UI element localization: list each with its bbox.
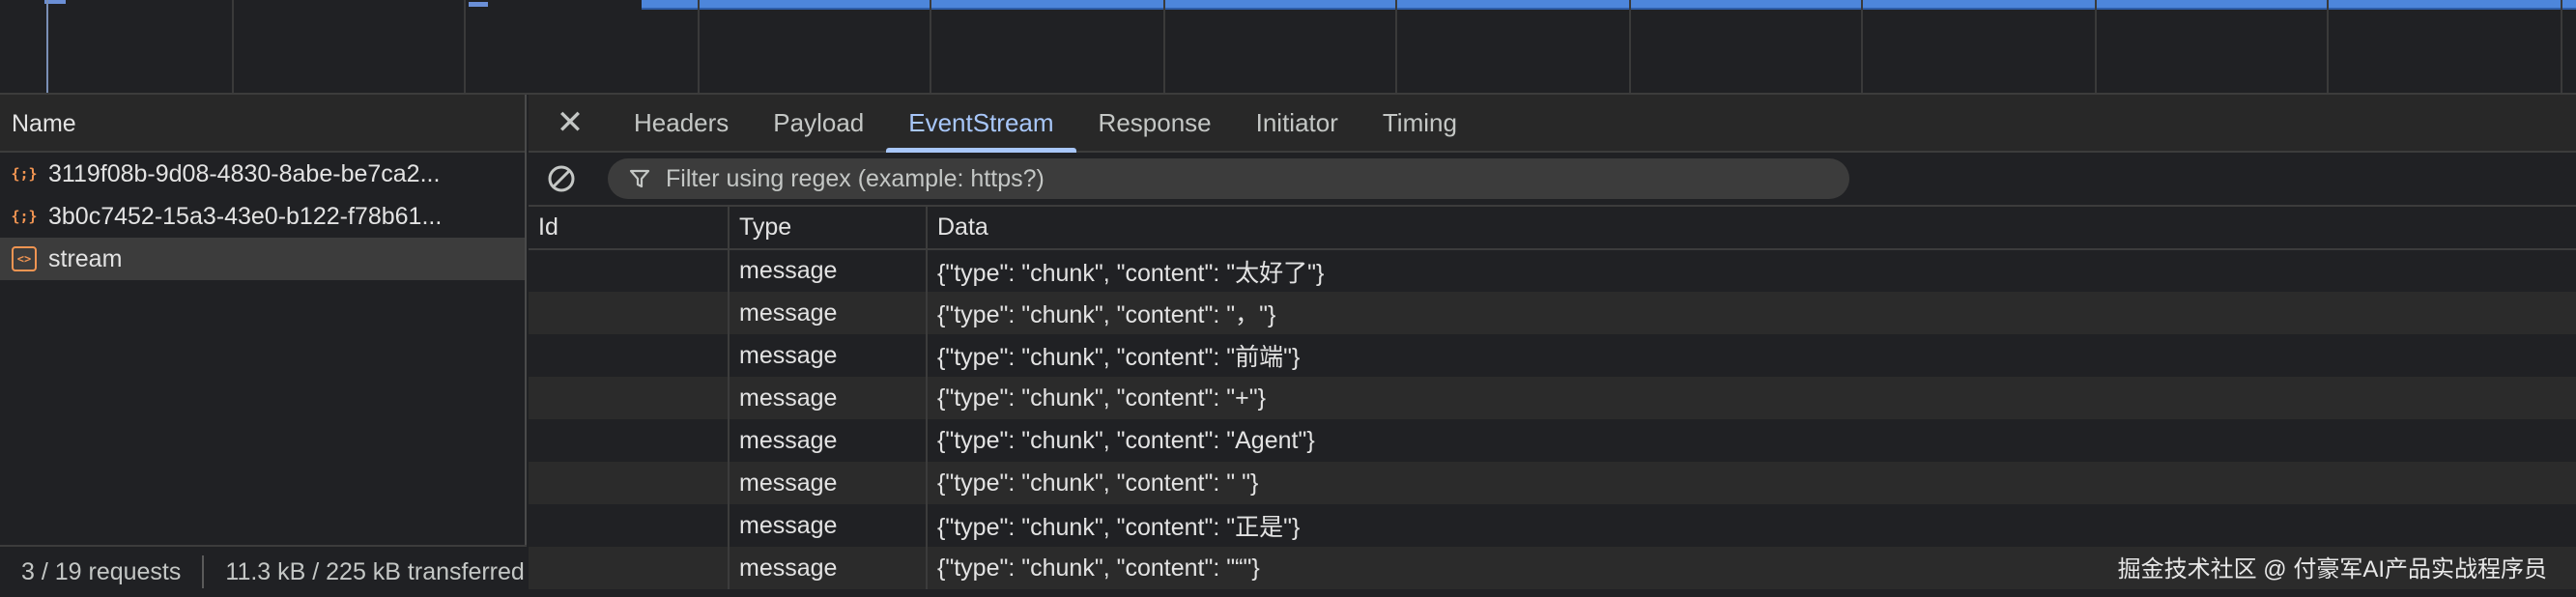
waterfall-marker bbox=[46, 0, 48, 93]
table-row[interactable]: message {"type": "chunk", "content": "+"} bbox=[529, 377, 2576, 419]
event-data-cell: {"type": "chunk", "content": "正是"} bbox=[937, 514, 1301, 541]
event-data-cell: {"type": "chunk", "content": "前端"} bbox=[937, 344, 1301, 371]
tab-timing[interactable]: Timing bbox=[1360, 95, 1479, 151]
block-icon bbox=[548, 165, 575, 192]
event-data-cell: {"type": "chunk", "content": " "} bbox=[927, 462, 2576, 504]
name-column-header[interactable]: Name bbox=[0, 95, 525, 153]
event-type-cell: message bbox=[729, 419, 928, 462]
waterfall-gridline bbox=[2561, 0, 2562, 93]
request-name: stream bbox=[48, 244, 123, 272]
event-id-cell bbox=[529, 334, 730, 377]
tab-eventstream[interactable]: EventStream bbox=[886, 95, 1076, 153]
request-row[interactable]: <> stream bbox=[0, 238, 525, 280]
tab-payload[interactable]: Payload bbox=[751, 95, 886, 151]
request-row[interactable]: {;} 3b0c7452-15a3-43e0-b122-f78b61... bbox=[0, 195, 525, 238]
event-type-cell: message bbox=[729, 292, 928, 334]
document-icon: <> bbox=[12, 246, 37, 271]
event-id-cell bbox=[529, 249, 730, 292]
column-header-id[interactable]: Id bbox=[529, 207, 730, 250]
status-divider bbox=[202, 555, 205, 588]
eventstream-table: Id Type Data message {"type": "chunk", "c… bbox=[529, 207, 2576, 589]
close-icon: ✕ bbox=[556, 104, 585, 141]
filter-field[interactable] bbox=[608, 158, 1849, 199]
waterfall-timeline-bar bbox=[642, 0, 2576, 10]
waterfall-gridline bbox=[930, 0, 931, 93]
table-row[interactable]: message {"type": "chunk", "content": " "} bbox=[529, 462, 2576, 504]
event-data-cell: {"type": "chunk", "content": "，"} bbox=[927, 292, 2576, 334]
request-detail-pane: ✕ Headers Payload EventStream Response Initi… bbox=[529, 95, 2576, 597]
event-data-cell: {"type": "chunk", "content": "+"} bbox=[927, 377, 2576, 419]
filter-icon bbox=[629, 169, 650, 188]
waterfall-gridline bbox=[1861, 0, 1863, 93]
table-row[interactable]: message {"type": "chunk", "content": "前端"… bbox=[529, 334, 2576, 377]
close-detail-button[interactable]: ✕ bbox=[529, 95, 612, 151]
filter-input[interactable] bbox=[666, 164, 1825, 193]
eventstream-toolbar bbox=[529, 153, 2576, 207]
event-type-cell: message bbox=[729, 334, 928, 377]
event-type-cell: message bbox=[729, 462, 928, 504]
request-name: 3b0c7452-15a3-43e0-b122-f78b61... bbox=[48, 202, 443, 230]
tab-headers[interactable]: Headers bbox=[612, 95, 751, 151]
waterfall-gridline bbox=[2095, 0, 2097, 93]
request-count: 3 / 19 requests bbox=[21, 557, 182, 585]
watermark: 掘金技术社区 @ 付豪军AI产品实战程序员 bbox=[2117, 556, 2547, 583]
waterfall-gridline bbox=[1163, 0, 1165, 93]
waterfall-gridline bbox=[1395, 0, 1397, 93]
event-id-cell bbox=[529, 377, 730, 419]
event-id-cell bbox=[529, 419, 730, 462]
waterfall-gridline bbox=[698, 0, 700, 93]
column-header-type[interactable]: Type bbox=[729, 207, 928, 250]
waterfall-gridline bbox=[464, 0, 466, 93]
event-data-cell: {"type": "chunk", "content": "太好了"} bbox=[937, 259, 1325, 287]
table-row[interactable]: message {"type": "chunk", "content": "正是"… bbox=[529, 504, 2576, 547]
waterfall-gridline bbox=[1629, 0, 1631, 93]
table-row[interactable]: message {"type": "chunk", "content": "，"} bbox=[529, 292, 2576, 334]
json-icon: {;} bbox=[11, 165, 38, 183]
event-type-cell: message bbox=[729, 249, 928, 292]
table-row[interactable]: message {"type": "chunk", "content": "Age… bbox=[529, 419, 2576, 462]
transfer-size: 11.3 kB / 225 kB transferred bbox=[225, 557, 525, 585]
waterfall-gridline bbox=[2327, 0, 2329, 93]
table-header-row: Id Type Data bbox=[529, 207, 2576, 250]
event-type-cell: message bbox=[729, 504, 928, 547]
table-row[interactable]: message {"type": "chunk", "content": "太好了… bbox=[529, 249, 2576, 292]
event-id-cell bbox=[529, 462, 730, 504]
event-type-cell: message bbox=[729, 377, 928, 419]
detail-tabbar: ✕ Headers Payload EventStream Response Initi… bbox=[529, 95, 2576, 153]
request-list-pane: Name {;} 3119f08b-9d08-4830-8abe-be7ca2..… bbox=[0, 95, 527, 597]
waterfall-marker bbox=[469, 2, 488, 7]
event-id-cell bbox=[529, 547, 730, 589]
waterfall-gridline bbox=[232, 0, 234, 93]
event-id-cell bbox=[529, 292, 730, 334]
event-id-cell bbox=[529, 504, 730, 547]
clear-messages-button[interactable] bbox=[544, 161, 579, 196]
request-list: {;} 3119f08b-9d08-4830-8abe-be7ca2... {;} 3… bbox=[0, 153, 525, 280]
tab-initiator[interactable]: Initiator bbox=[1234, 95, 1360, 151]
event-type-cell: message bbox=[729, 547, 928, 589]
request-row[interactable]: {;} 3119f08b-9d08-4830-8abe-be7ca2... bbox=[0, 153, 525, 195]
request-name: 3119f08b-9d08-4830-8abe-be7ca2... bbox=[48, 159, 441, 187]
network-status-bar: 3 / 19 requests 11.3 kB / 225 kB transfe… bbox=[0, 545, 527, 597]
json-icon: {;} bbox=[11, 208, 38, 225]
event-data-cell: {"type": "chunk", "content": "Agent"} bbox=[937, 426, 1315, 454]
column-header-data[interactable]: Data bbox=[927, 207, 2576, 250]
waterfall-overview[interactable] bbox=[0, 0, 2576, 95]
tab-response[interactable]: Response bbox=[1076, 95, 1234, 151]
